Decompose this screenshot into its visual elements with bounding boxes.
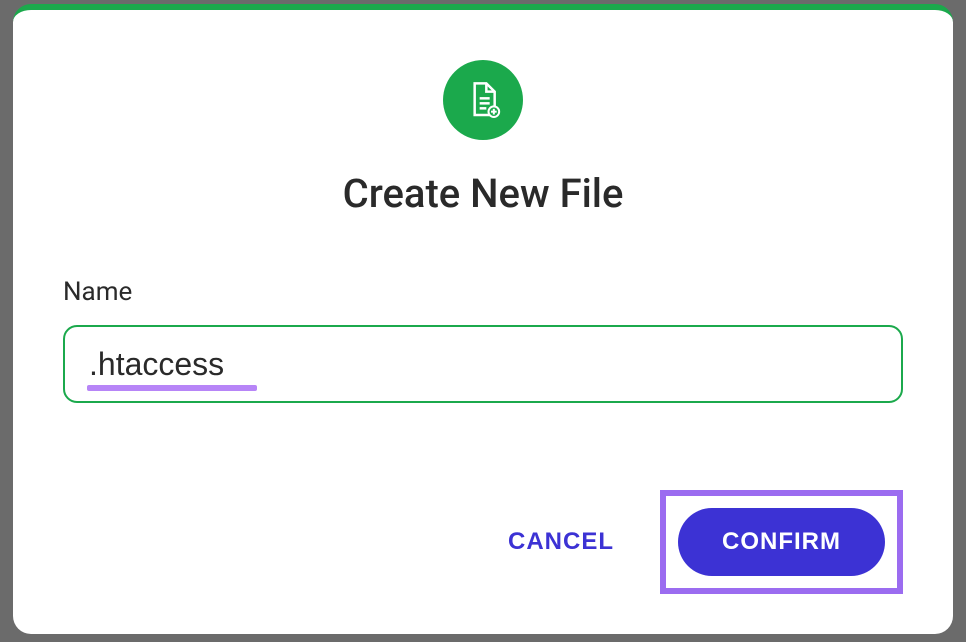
dialog-title: Create New File — [63, 170, 903, 217]
input-underline-highlight — [87, 385, 257, 391]
file-add-icon — [443, 60, 523, 140]
confirm-highlight-box: CONFIRM — [660, 490, 903, 594]
dialog-actions: CANCEL CONFIRM — [63, 450, 903, 594]
name-input[interactable] — [63, 325, 903, 403]
name-field-label: Name — [63, 277, 903, 307]
confirm-button[interactable]: CONFIRM — [678, 508, 885, 576]
create-file-dialog: Create New File Name CANCEL CONFIRM — [13, 4, 953, 634]
name-input-wrapper — [63, 325, 903, 403]
cancel-button[interactable]: CANCEL — [492, 516, 630, 568]
